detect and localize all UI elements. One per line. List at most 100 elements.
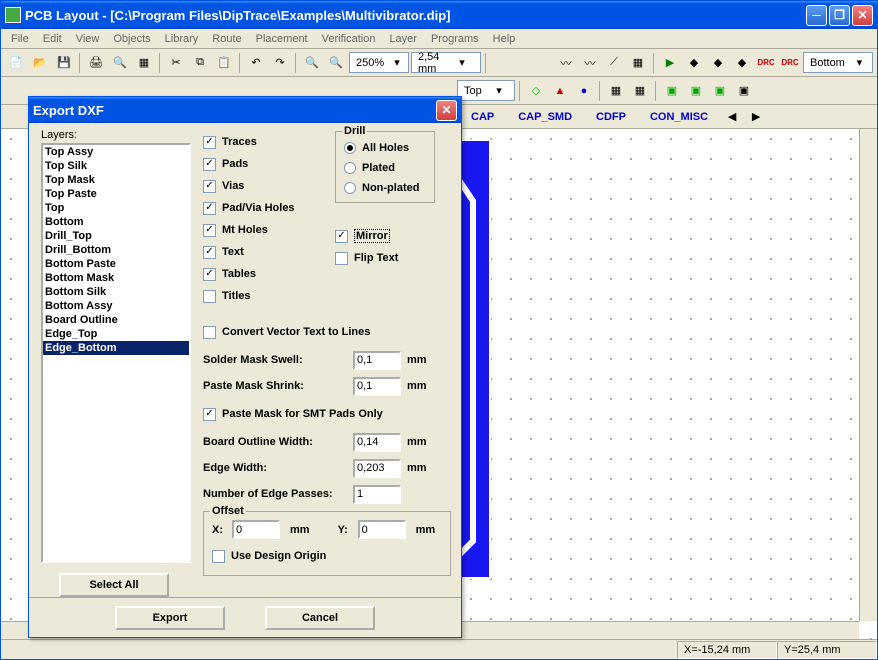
chk-traces[interactable] [203, 136, 216, 149]
menu-edit[interactable]: Edit [37, 31, 68, 47]
tool-c-icon[interactable]: ◆ [731, 52, 753, 74]
menu-help[interactable]: Help [487, 31, 522, 47]
input-edge-width[interactable] [353, 459, 401, 478]
layer-item[interactable]: Board Outline [43, 313, 189, 327]
comp-c-icon[interactable]: ▣ [709, 80, 731, 102]
layer-item[interactable]: Bottom Mask [43, 271, 189, 285]
comp-a-icon[interactable]: ▣ [661, 80, 683, 102]
copy-icon[interactable]: ⧉ [189, 52, 211, 74]
menu-layer[interactable]: Layer [383, 31, 423, 47]
chk-mirror[interactable] [335, 230, 348, 243]
dialog-close-button[interactable]: ✕ [436, 100, 457, 121]
cat-prev-icon[interactable]: ◀ [724, 109, 740, 125]
grid-b-icon[interactable]: ▦ [629, 80, 651, 102]
radio-all-holes[interactable] [344, 142, 356, 154]
chk-pad-via-holes[interactable] [203, 202, 216, 215]
paste-icon[interactable]: 📋 [213, 52, 235, 74]
input-offset-x[interactable] [232, 520, 280, 539]
layer-item[interactable]: Top Paste [43, 187, 189, 201]
radio-plated[interactable] [344, 162, 356, 174]
chk-pads[interactable] [203, 158, 216, 171]
grid-a-icon[interactable]: ▦ [605, 80, 627, 102]
layer-item[interactable]: Top Mask [43, 173, 189, 187]
top-layer-combo[interactable]: Top▾ [457, 80, 515, 101]
preview-icon[interactable]: 🔍 [109, 52, 131, 74]
route2-icon[interactable]: 〰 [579, 52, 601, 74]
tool-a-icon[interactable]: ◆ [683, 52, 705, 74]
vertical-scrollbar[interactable] [859, 129, 877, 621]
input-paste-mask-shrink[interactable] [353, 377, 401, 396]
cat-con-misc[interactable]: CON_MISC [642, 109, 716, 125]
zoom-combo[interactable]: 250%▾ [349, 52, 409, 73]
close-button[interactable]: ✕ [852, 5, 873, 26]
chk-vias[interactable] [203, 180, 216, 193]
print-icon[interactable]: 🖨 [85, 52, 107, 74]
chk-tables[interactable] [203, 268, 216, 281]
menu-view[interactable]: View [70, 31, 106, 47]
shape-c-icon[interactable]: ● [573, 80, 595, 102]
layer-item[interactable]: Bottom Paste [43, 257, 189, 271]
layer-item[interactable]: Edge_Bottom [43, 341, 189, 355]
run-icon[interactable]: ▶ [659, 52, 681, 74]
layer-item[interactable]: Top Silk [43, 159, 189, 173]
input-board-outline-width[interactable] [353, 433, 401, 452]
comp-b-icon[interactable]: ▣ [685, 80, 707, 102]
chk-flip-text[interactable] [335, 252, 348, 265]
drc2-icon[interactable]: DRC [779, 52, 801, 74]
layer-select-combo[interactable]: Bottom▾ [803, 52, 873, 73]
layer-item[interactable]: Bottom Silk [43, 285, 189, 299]
tool-b-icon[interactable]: ◆ [707, 52, 729, 74]
zoom-out-icon[interactable]: 🔍 [325, 52, 347, 74]
drc-icon[interactable]: DRC [755, 52, 777, 74]
cat-cdfp[interactable]: CDFP [588, 109, 634, 125]
layer-item[interactable]: Drill_Bottom [43, 243, 189, 257]
chk-paste-mask-smt[interactable] [203, 408, 216, 421]
menu-route[interactable]: Route [206, 31, 247, 47]
shape-a-icon[interactable]: ◇ [525, 80, 547, 102]
menu-placement[interactable]: Placement [250, 31, 314, 47]
layer-item[interactable]: Bottom Assy [43, 299, 189, 313]
radio-non-plated[interactable] [344, 182, 356, 194]
chk-use-design-origin[interactable] [212, 550, 225, 563]
layer-item[interactable]: Drill_Top [43, 229, 189, 243]
menu-file[interactable]: File [5, 31, 35, 47]
chk-titles[interactable] [203, 290, 216, 303]
layer-item[interactable]: Top [43, 201, 189, 215]
open-icon[interactable]: 📂 [29, 52, 51, 74]
input-offset-y[interactable] [358, 520, 406, 539]
comp-d-icon[interactable]: ▣ [733, 80, 755, 102]
maximize-button[interactable]: ❐ [829, 5, 850, 26]
menu-objects[interactable]: Objects [107, 31, 156, 47]
layers-list[interactable]: Top AssyTop SilkTop MaskTop PasteTopBott… [41, 143, 191, 563]
minimize-button[interactable]: ─ [806, 5, 827, 26]
chk-mt-holes[interactable] [203, 224, 216, 237]
route3-icon[interactable]: ⟋ [603, 52, 625, 74]
cat-cap-smd[interactable]: CAP_SMD [510, 109, 580, 125]
input-num-edge-passes[interactable] [353, 485, 401, 504]
menu-programs[interactable]: Programs [425, 31, 485, 47]
layer-item[interactable]: Edge_Top [43, 327, 189, 341]
cancel-button[interactable]: Cancel [265, 606, 375, 630]
grid-combo[interactable]: 2,54 mm▾ [411, 52, 481, 73]
undo-icon[interactable]: ↶ [245, 52, 267, 74]
cut-icon[interactable]: ✂ [165, 52, 187, 74]
titles-icon[interactable]: ▦ [133, 52, 155, 74]
shape-b-icon[interactable]: ▲ [549, 80, 571, 102]
save-icon[interactable]: 💾 [53, 52, 75, 74]
layer-item[interactable]: Bottom [43, 215, 189, 229]
chk-convert-text[interactable] [203, 326, 216, 339]
zoom-in-icon[interactable]: 🔍 [301, 52, 323, 74]
export-button[interactable]: Export [115, 606, 225, 630]
layer-item[interactable]: Top Assy [43, 145, 189, 159]
cat-cap[interactable]: CAP [463, 109, 502, 125]
new-icon[interactable]: 📄 [5, 52, 27, 74]
route-icon[interactable]: 〰 [555, 52, 577, 74]
cat-next-icon[interactable]: ▶ [748, 109, 764, 125]
menu-library[interactable]: Library [159, 31, 205, 47]
chk-text[interactable] [203, 246, 216, 259]
input-solder-mask-swell[interactable] [353, 351, 401, 370]
route4-icon[interactable]: ▦ [627, 52, 649, 74]
select-all-button[interactable]: Select All [59, 573, 169, 597]
menu-verification[interactable]: Verification [316, 31, 382, 47]
redo-icon[interactable]: ↷ [269, 52, 291, 74]
